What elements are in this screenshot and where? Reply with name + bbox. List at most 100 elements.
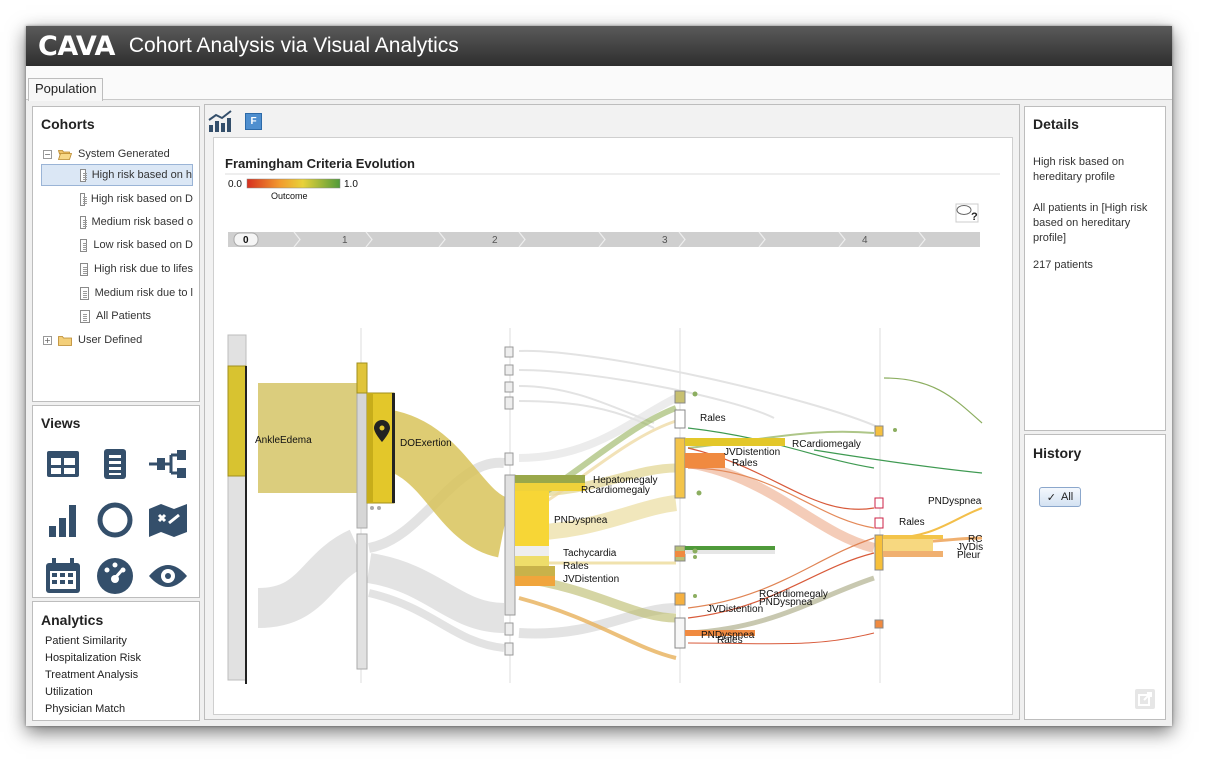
node-label-s3-jvdistention2: JVDistention: [707, 604, 763, 615]
tab-population[interactable]: Population: [28, 78, 104, 101]
visualization-canvas: Framingham Criteria Evolution 0.0 1.0 Ou…: [213, 137, 1013, 715]
calendar-view-icon[interactable]: [43, 556, 83, 596]
app-window: CAVA Cohort Analysis via Visual Analytic…: [26, 26, 1172, 726]
tree-user-defined[interactable]: + User Defined: [43, 329, 193, 351]
help-icon[interactable]: ?: [955, 203, 979, 223]
node-label-pndyspnea: PNDyspnea: [554, 515, 608, 526]
viz-title: Framingham Criteria Evolution: [225, 156, 415, 171]
node-label-jvdistention: JVDistention: [563, 574, 619, 585]
cohort-item-label: High risk based on h: [91, 169, 192, 181]
main-view-area: F Framingham Criteria Evolution 0.0 1.0 …: [204, 104, 1020, 720]
history-all-label: All: [1060, 491, 1074, 503]
cohort-item[interactable]: Medium risk based o: [41, 211, 193, 233]
eye-view-icon[interactable]: [147, 556, 187, 596]
node-stage0[interactable]: [227, 334, 247, 684]
node-label-doexertion: DOExertion: [400, 438, 452, 449]
cohort-item[interactable]: High risk due to lifes: [41, 258, 193, 280]
node-label-s4-pleur: Pleur: [957, 550, 981, 561]
svg-text:?: ?: [971, 211, 978, 223]
node-stage1[interactable]: [356, 362, 395, 670]
views-panel: Views: [32, 405, 200, 598]
app-logo: CAVA: [38, 30, 115, 62]
circle-view-icon[interactable]: [95, 500, 135, 540]
flow-view-icon[interactable]: [147, 444, 187, 484]
dashboard-view-icon[interactable]: [95, 556, 135, 596]
document-icon: [80, 215, 87, 229]
history-all-button[interactable]: ✓ All: [1039, 487, 1081, 507]
cohort-item-label: All Patients: [96, 310, 152, 322]
expand-icon[interactable]: +: [43, 335, 52, 345]
outcome-color-scale: [246, 178, 341, 189]
trend-chart-icon[interactable]: [208, 110, 232, 132]
details-cohort-description: All patients in [High risk based on here…: [1033, 202, 1148, 244]
folder-open-icon: [57, 149, 73, 160]
node-label-s3-rales3: Rales: [717, 635, 743, 646]
cohort-item[interactable]: All Patients: [41, 305, 193, 327]
table-view-icon[interactable]: [43, 444, 83, 484]
list-view-icon[interactable]: [95, 444, 135, 484]
analytics-panel: Analytics Patient Similarity Hospitaliza…: [32, 601, 200, 721]
details-panel: Details High risk based on hereditary pr…: [1024, 106, 1166, 431]
analytics-physician-match[interactable]: Physician Match: [45, 703, 125, 715]
document-icon: [80, 192, 87, 206]
app-subtitle: Cohort Analysis via Visual Analytics: [128, 34, 459, 57]
timeline-step-1[interactable]: 1: [342, 235, 348, 246]
legend-max: 1.0: [344, 179, 358, 190]
document-icon: [80, 168, 87, 182]
timeline-step-2[interactable]: 2: [492, 235, 498, 246]
cohort-item[interactable]: Low risk based on D: [41, 234, 193, 256]
cohorts-title: Cohorts: [41, 116, 95, 132]
node-label-s3-jvdistention: JVDistention: [724, 447, 780, 458]
document-icon: [80, 309, 90, 323]
title-bar: CAVA Cohort Analysis via Visual Analytic…: [26, 26, 1172, 66]
node-label-s4-rales: Rales: [899, 517, 925, 528]
timeline-step-3[interactable]: 3: [662, 235, 668, 246]
timeline-step-0[interactable]: 0: [243, 235, 249, 246]
collapse-icon[interactable]: −: [43, 149, 52, 159]
views-title: Views: [41, 415, 81, 431]
node-label-s3-rales: Rales: [700, 413, 726, 424]
details-patient-count: 217 patients: [1033, 259, 1093, 271]
document-icon: [80, 238, 88, 252]
node-label-s3-rales2: Rales: [732, 458, 758, 469]
cohort-item-label: Low risk based on D: [93, 239, 193, 251]
details-cohort-name: High risk based on hereditary profile: [1033, 156, 1125, 183]
cohort-item-label: High risk based on D: [90, 193, 193, 205]
tab-bar: Population: [26, 66, 1172, 101]
bar-chart-view-icon[interactable]: [43, 500, 83, 540]
cohort-item[interactable]: Medium risk due to l: [41, 282, 193, 304]
analytics-patient-similarity[interactable]: Patient Similarity: [45, 635, 127, 647]
document-icon: [80, 262, 88, 276]
tree-system-generated[interactable]: − System Generated: [43, 143, 193, 165]
analytics-utilization[interactable]: Utilization: [45, 686, 93, 698]
cohort-item-label: Medium risk based o: [91, 216, 194, 228]
folder-icon: [58, 335, 72, 346]
cohorts-panel: Cohorts − System Generated High risk bas…: [32, 106, 200, 402]
check-icon: ✓: [1046, 490, 1056, 504]
map-view-icon[interactable]: [147, 500, 187, 540]
node-label-s4-pndyspnea: PNDyspnea: [928, 496, 982, 507]
cohort-item[interactable]: High risk based on D: [41, 188, 193, 210]
tree-label-user-defined: User Defined: [78, 334, 143, 346]
history-panel: History ✓ All: [1024, 434, 1166, 720]
tree-label-system-generated: System Generated: [78, 148, 170, 160]
node-label-ankle-edema: AnkleEdema: [255, 435, 312, 446]
node-label-tachycardia: Tachycardia: [563, 548, 617, 559]
analytics-treatment-analysis[interactable]: Treatment Analysis: [45, 669, 138, 681]
timeline-step-4[interactable]: 4: [862, 235, 868, 246]
export-icon[interactable]: [1135, 689, 1155, 709]
details-title: Details: [1033, 116, 1079, 132]
cohort-item[interactable]: High risk based on h: [41, 164, 193, 186]
history-title: History: [1033, 445, 1082, 461]
node-label-s3-rcardiomegaly: RCardiomegaly: [792, 439, 861, 450]
legend-min: 0.0: [228, 179, 242, 190]
node-label-s3-pndyspnea: PNDyspnea: [759, 597, 813, 608]
node-label-rcardiomegaly: RCardiomegaly: [581, 485, 650, 496]
cohort-item-label: High risk due to lifes: [93, 263, 193, 275]
analytics-title: Analytics: [41, 612, 104, 628]
analytics-hospitalization-risk[interactable]: Hospitalization Risk: [45, 652, 141, 664]
cohort-item-label: Medium risk due to l: [94, 287, 193, 299]
legend-label: Outcome: [271, 191, 308, 201]
document-icon: [80, 286, 89, 300]
filter-badge[interactable]: F: [245, 113, 262, 130]
